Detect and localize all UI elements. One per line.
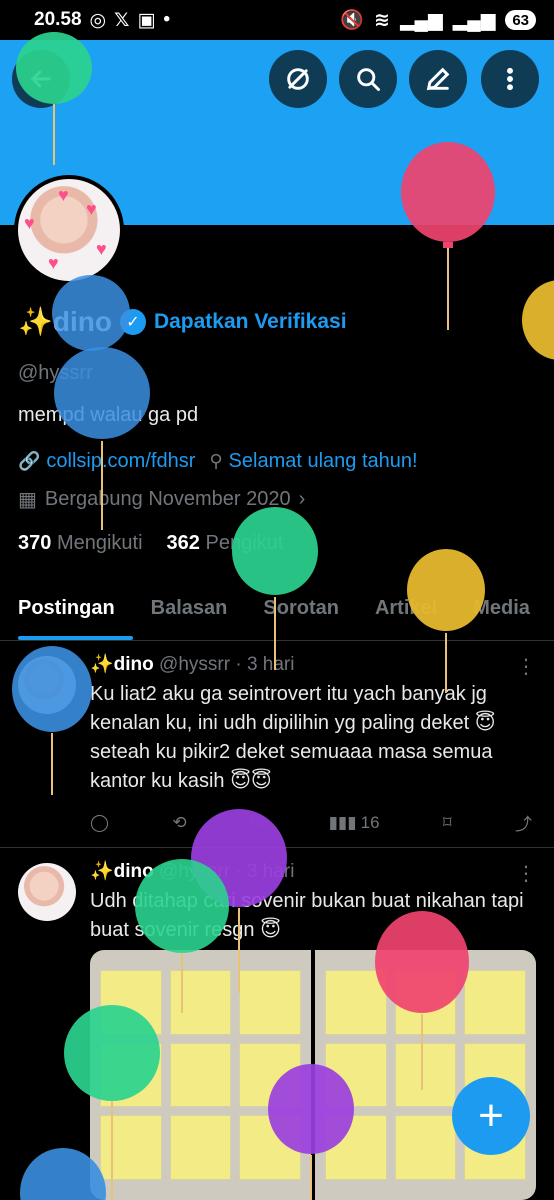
heart-sticker-icon: ♥ — [96, 239, 107, 259]
joined-row[interactable]: ▦ Bergabung November 2020 › — [18, 487, 305, 512]
grok-button[interactable] — [269, 50, 327, 108]
post-avatar[interactable] — [18, 656, 76, 714]
profile-bio: mempd walau ga pd — [18, 404, 199, 426]
tab-highlights[interactable]: Sorotan — [245, 583, 357, 640]
post-handle-time: @hyssrr · 3 hari — [159, 654, 295, 675]
post-actions: ◯ ⟲ ♡ ▮▮▮ 16 ⌑ ⤴ — [90, 810, 532, 835]
post-media[interactable] — [90, 950, 536, 1200]
get-verified-link[interactable]: Dapatkan Verifikasi — [154, 310, 347, 334]
profile-name: ✨dino — [18, 306, 112, 337]
slash-circle-icon — [287, 68, 309, 90]
tab-articles[interactable]: Artikel — [357, 583, 455, 640]
location-icon: ⚲ — [209, 451, 223, 471]
signal-icon: ▂▄▆ — [399, 9, 443, 31]
status-time: 20.58 — [34, 9, 82, 30]
verified-badge-icon: ✓ — [119, 308, 146, 335]
post-text: Ku liat2 aku ga seintrovert itu yach ban… — [90, 683, 496, 792]
chevron-right-icon: › — [298, 488, 306, 510]
search-button[interactable] — [339, 50, 397, 108]
more-button[interactable] — [481, 50, 539, 108]
post-more-icon[interactable]: ⋮ — [516, 654, 536, 679]
more-vertical-icon — [507, 67, 513, 91]
profile-tabs: Postingan Balasan Sorotan Artikel Media — [0, 583, 554, 641]
post-author: ✨dino — [90, 654, 154, 675]
profile-name-row: ✨dino ✓ Dapatkan Verifikasi — [18, 305, 347, 338]
share-icon[interactable]: ⤴ — [515, 810, 532, 835]
post-item[interactable]: ✨dino @hyssrr · 3 hari Ku liat2 aku ga s… — [0, 642, 554, 848]
mute-icon: 🔇 — [340, 10, 365, 31]
following-count: 370 — [18, 532, 52, 554]
heart-sticker-icon: ♥ — [48, 253, 59, 273]
tab-media[interactable]: Media — [455, 583, 548, 640]
battery-indicator: 63 — [505, 10, 536, 30]
profile-links: 🔗 collsip.com/fdhsr ⚲ Selamat ulang tahun! — [18, 450, 418, 473]
signal-icon-2: ▂▄▆ — [452, 9, 496, 31]
x-icon: 𝕏 — [114, 9, 130, 31]
views-button[interactable]: ▮▮▮ 16 — [329, 810, 380, 835]
repost-icon[interactable]: ⟲ — [172, 810, 186, 835]
compose-button[interactable]: + — [452, 1077, 530, 1155]
arrow-left-icon — [30, 70, 51, 88]
profile-handle: @hyssrr — [18, 362, 93, 384]
joined-date: Bergabung November 2020 — [44, 488, 291, 510]
status-bar: 20.58 ◎ 𝕏 ▣ • 🔇 ≋ ▂▄▆ ▂▄▆ 63 — [0, 0, 554, 40]
profile-avatar[interactable]: ♥ ♥ ♥ ♥ ♥ — [14, 175, 124, 285]
profile-location: Selamat ulang tahun! — [228, 450, 418, 472]
views-count: 16 — [360, 812, 380, 832]
post-handle-time: @hyssrr · 3 hari — [159, 861, 295, 882]
calendar-icon: ▦ — [18, 489, 37, 511]
plus-icon: + — [478, 1091, 504, 1140]
screenshot-icon: ▣ — [137, 9, 156, 31]
tab-posts[interactable]: Postingan — [0, 583, 133, 640]
post-text: Udh ditahap cari sovenir bukan buat nika… — [90, 890, 524, 941]
wifi-icon: ≋ — [374, 9, 390, 31]
link-icon: 🔗 — [18, 451, 41, 471]
post-more-icon[interactable]: ⋮ — [516, 861, 536, 886]
following-label: Mengikuti — [56, 532, 143, 554]
edit-button[interactable] — [409, 50, 467, 108]
bookmark-icon[interactable]: ⌑ — [443, 810, 452, 835]
followers-count: 362 — [166, 532, 200, 554]
profile-website-link[interactable]: collsip.com/fdhsr — [46, 450, 195, 472]
followers-link[interactable]: 362 Pengikut — [167, 532, 284, 555]
dot-icon: • — [163, 9, 171, 30]
search-icon — [357, 68, 380, 91]
views-icon: ▮▮▮ — [328, 812, 357, 832]
whatsapp-icon: ◎ — [89, 9, 107, 31]
post-avatar[interactable] — [18, 863, 76, 921]
media-image[interactable] — [315, 950, 536, 1200]
heart-sticker-icon: ♥ — [86, 199, 97, 219]
media-image[interactable] — [90, 950, 311, 1200]
heart-sticker-icon: ♥ — [24, 213, 35, 233]
follow-counts: 370 Mengikuti 362 Pengikut — [18, 532, 283, 555]
balloon-icon — [522, 280, 554, 360]
following-link[interactable]: 370 Mengikuti — [18, 532, 143, 555]
back-button[interactable] — [12, 50, 70, 108]
heart-sticker-icon: ♥ — [58, 185, 69, 205]
followers-label: Pengikut — [205, 532, 284, 554]
tab-replies[interactable]: Balasan — [133, 583, 246, 640]
post-author: ✨dino — [90, 861, 154, 882]
reply-icon[interactable]: ◯ — [90, 810, 109, 835]
pencil-icon — [426, 67, 450, 91]
like-icon[interactable]: ♡ — [250, 810, 265, 835]
